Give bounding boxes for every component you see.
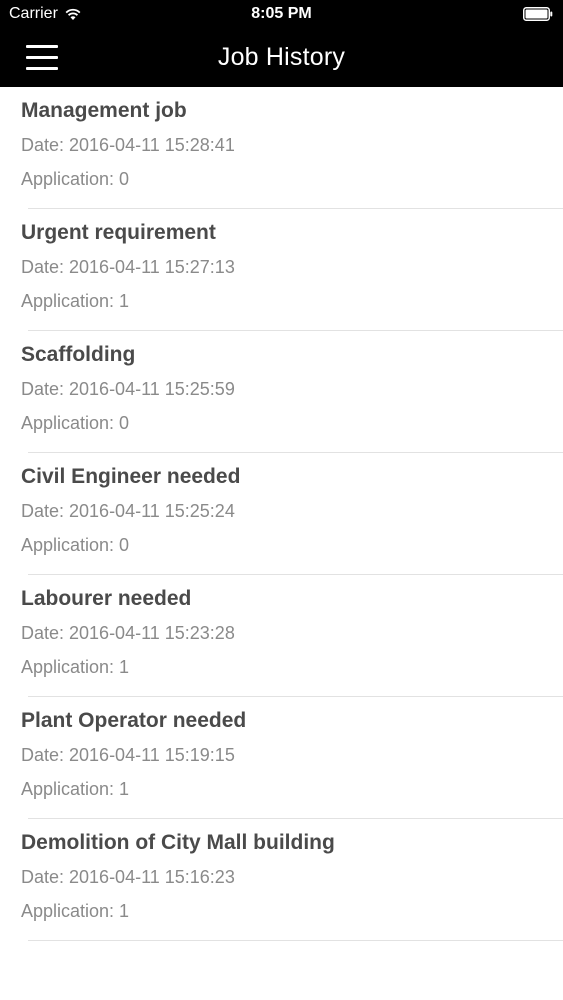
job-application-count: Application: 1 <box>21 901 130 921</box>
job-date: Date: 2016-04-11 15:28:41 <box>21 135 235 155</box>
job-list-item[interactable]: Civil Engineer needed Date: 2016-04-11 1… <box>0 453 563 575</box>
job-list-item[interactable]: Urgent requirement Date: 2016-04-11 15:2… <box>0 209 563 331</box>
job-title: Management job <box>21 99 187 122</box>
battery-icon <box>523 7 553 21</box>
job-title: Plant Operator needed <box>21 709 247 732</box>
job-title: Demolition of City Mall building <box>21 831 335 854</box>
job-date: Date: 2016-04-11 15:23:28 <box>21 623 235 643</box>
job-title: Urgent requirement <box>21 221 216 244</box>
job-date: Date: 2016-04-11 15:19:15 <box>21 745 235 765</box>
job-title: Civil Engineer needed <box>21 465 241 488</box>
job-list-item[interactable]: Demolition of City Mall building Date: 2… <box>0 819 563 941</box>
job-application-count: Application: 1 <box>21 657 130 677</box>
job-list: Management job Date: 2016-04-11 15:28:41… <box>0 87 563 941</box>
job-date: Date: 2016-04-11 15:25:24 <box>21 501 235 521</box>
job-list-item[interactable]: Management job Date: 2016-04-11 15:28:41… <box>0 87 563 209</box>
job-date: Date: 2016-04-11 15:27:13 <box>21 257 235 277</box>
job-list-item[interactable]: Labourer needed Date: 2016-04-11 15:23:2… <box>0 575 563 697</box>
job-application-count: Application: 0 <box>21 535 130 555</box>
job-title: Scaffolding <box>21 343 136 366</box>
navigation-bar: Job History <box>0 30 563 87</box>
status-time: 8:05 PM <box>251 5 312 22</box>
job-application-count: Application: 1 <box>21 779 130 799</box>
job-title: Labourer needed <box>21 587 192 610</box>
job-history-screen: Carrier 8:05 PM Job History Management j… <box>0 0 563 1000</box>
job-date: Date: 2016-04-11 15:16:23 <box>21 867 235 887</box>
job-date: Date: 2016-04-11 15:25:59 <box>21 379 235 399</box>
job-application-count: Application: 1 <box>21 291 130 311</box>
job-application-count: Application: 0 <box>21 413 130 433</box>
job-list-item[interactable]: Scaffolding Date: 2016-04-11 15:25:59 Ap… <box>0 331 563 453</box>
job-list-item[interactable]: Plant Operator needed Date: 2016-04-11 1… <box>0 697 563 819</box>
job-application-count: Application: 0 <box>21 169 130 189</box>
status-bar: Carrier 8:05 PM <box>0 0 563 30</box>
page-title: Job History <box>217 43 346 71</box>
